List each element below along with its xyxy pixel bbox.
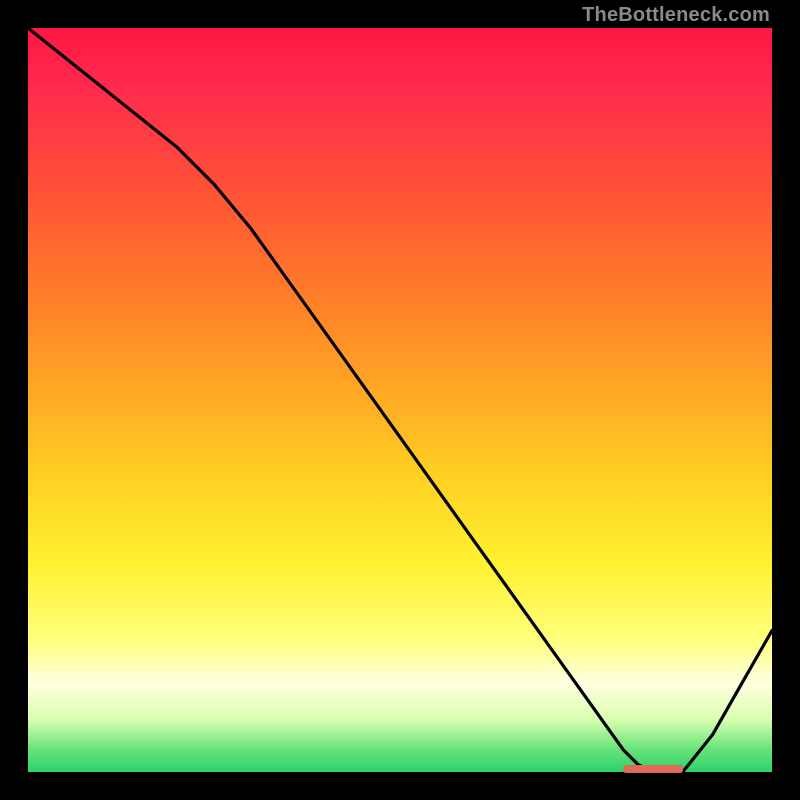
sweet-spot-marker [623,765,683,773]
chart-frame: TheBottleneck.com [0,0,800,800]
bottleneck-curve [28,28,772,772]
plot-area [28,28,772,772]
watermark-text: TheBottleneck.com [582,4,770,27]
